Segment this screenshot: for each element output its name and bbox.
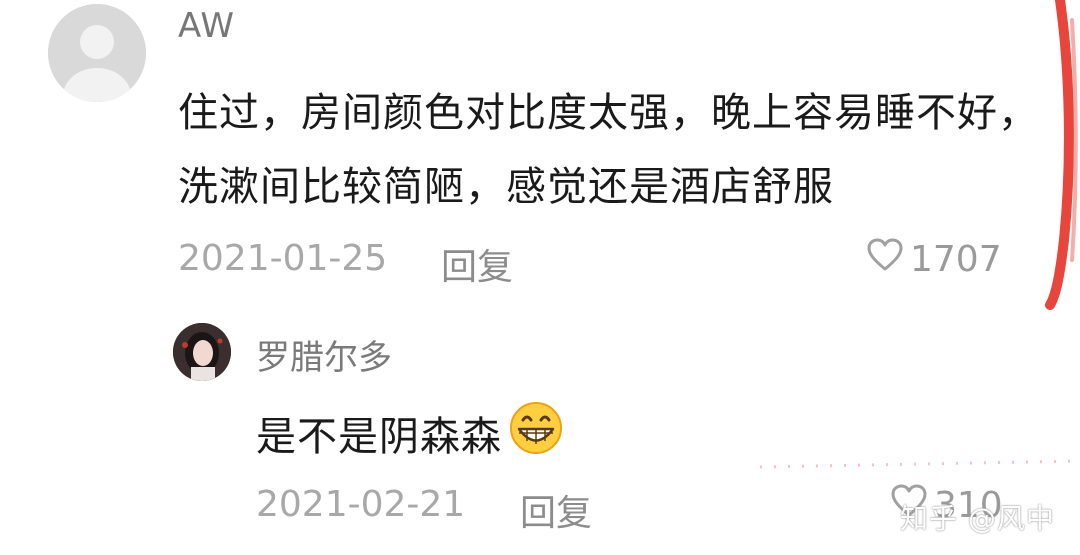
avatar[interactable] [48,4,146,102]
grinning-face-icon [506,400,566,466]
watermark: 知乎 @风中 [900,502,1055,535]
reply-username[interactable]: 罗腊尔多 [256,330,392,379]
comment-thread: AW 住过，房间颜色对比度太强，晚上容易睡不好，洗漱间比较简陋，感觉还是酒店舒服… [0,0,1080,555]
reply-button[interactable]: 回复 [441,238,513,290]
default-user-avatar-icon [48,4,146,102]
avatar[interactable] [173,323,231,381]
like-button[interactable]: 1707 [866,238,1002,281]
comment-date: 2021-01-25 [178,238,388,279]
reply-text-row: 是不是阴森森 [256,400,566,466]
highlight-dots [760,459,1080,469]
reply-text: 是不是阴森森 [256,414,502,460]
reply-button[interactable]: 回复 [520,484,592,536]
like-count: 1707 [910,239,1002,280]
heart-outline-icon [866,238,904,281]
comment-username[interactable]: AW [178,6,235,46]
reply-date: 2021-02-21 [256,484,466,525]
user-photo-avatar [173,323,231,381]
comment-text: 住过，房间颜色对比度太强，晚上容易睡不好，洗漱间比较简陋，感觉还是酒店舒服 [178,90,1039,210]
